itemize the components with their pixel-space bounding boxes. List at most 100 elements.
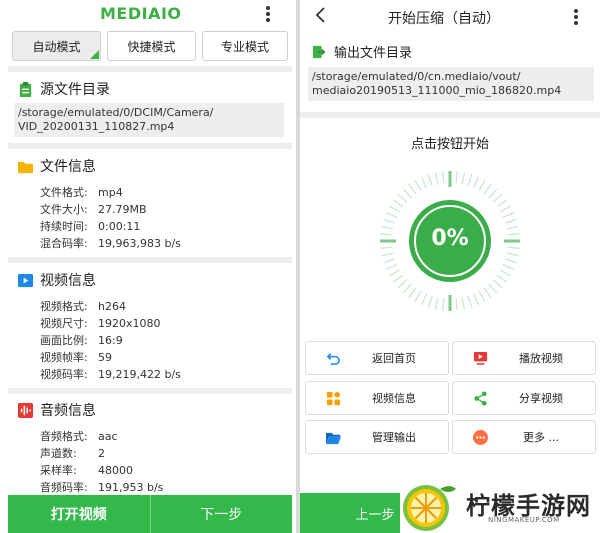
dial-tick bbox=[414, 180, 422, 192]
dial-tick bbox=[402, 188, 412, 199]
dial-tick bbox=[502, 211, 515, 219]
info-key: 视频尺寸: bbox=[40, 317, 88, 330]
info-key: 音频格式: bbox=[40, 430, 88, 443]
info-row: 音频码率: 191,953 b/s bbox=[40, 479, 163, 496]
dial-tick bbox=[455, 298, 459, 311]
info-key: 文件大小: bbox=[40, 203, 88, 216]
dial-tick bbox=[427, 295, 433, 308]
info-key: 视频格式: bbox=[40, 300, 88, 313]
dial-tick bbox=[461, 172, 466, 185]
divider bbox=[8, 66, 292, 72]
start-hint: 点击按钮开始 bbox=[410, 137, 489, 152]
action-label: 播放视频 bbox=[519, 352, 563, 365]
info-row: 文件格式: mp4 bbox=[40, 184, 181, 201]
dial-tick bbox=[467, 295, 473, 308]
output-path: /storage/emulated/0/cn.mediaio/vout/ med… bbox=[308, 67, 594, 101]
info-key: 音频码率: bbox=[40, 481, 88, 494]
open-video-button[interactable]: 打开视频 bbox=[8, 495, 150, 533]
more-button[interactable]: 更多 ... bbox=[452, 420, 596, 454]
dial-tick bbox=[402, 283, 412, 294]
video-info-button[interactable]: 视频信息 bbox=[305, 381, 449, 415]
action-label: 视频信息 bbox=[372, 392, 416, 405]
tab-auto-mode[interactable]: 自动模式 bbox=[12, 31, 101, 61]
path-line: VID_20200131_110827.mp4 bbox=[18, 120, 175, 133]
info-value: 59 bbox=[98, 351, 112, 364]
info-value: 48000 bbox=[98, 464, 133, 477]
overflow-menu-icon[interactable] bbox=[266, 6, 270, 24]
audio-info-heading: 音频信息 bbox=[18, 400, 96, 420]
back-home-button[interactable]: 返回首页 bbox=[305, 341, 449, 375]
section-title: 文件信息 bbox=[40, 159, 96, 175]
progress-percent[interactable]: 0% bbox=[412, 226, 488, 251]
info-row: 视频尺寸: 1920x1080 bbox=[40, 315, 181, 332]
dial-tick bbox=[488, 188, 498, 199]
divider bbox=[300, 112, 600, 118]
dial-tick bbox=[441, 298, 445, 311]
tab-quick-mode[interactable]: 快捷模式 bbox=[107, 31, 196, 61]
dial-tick bbox=[472, 293, 480, 306]
dial-tick bbox=[504, 258, 517, 264]
dial-tick bbox=[392, 199, 404, 208]
info-value: 191,953 b/s bbox=[98, 481, 164, 494]
dial-tick bbox=[502, 263, 515, 271]
dial-tick bbox=[389, 269, 401, 277]
tab-label: 专业模式 bbox=[220, 39, 269, 54]
app-logo: MEDIAIO bbox=[100, 4, 182, 23]
divider bbox=[8, 257, 292, 263]
dial-tick bbox=[488, 283, 498, 294]
video-info-heading: 视频信息 bbox=[18, 270, 96, 290]
info-key: 持续时间: bbox=[40, 220, 88, 233]
overflow-menu-icon[interactable] bbox=[574, 9, 578, 27]
export-file-icon bbox=[312, 45, 326, 58]
clipboard-icon bbox=[19, 81, 32, 97]
dial-tick bbox=[507, 232, 520, 236]
info-row: 画面比例: 16:9 bbox=[40, 332, 181, 349]
left-app-bar: MEDIAIO bbox=[0, 0, 296, 28]
info-row: 音频格式: aac bbox=[40, 428, 163, 445]
watermark-url: NINGMAKEUP.COM bbox=[488, 516, 560, 524]
info-row: 视频格式: h264 bbox=[40, 298, 181, 315]
info-value: mp4 bbox=[98, 186, 123, 199]
left-bottom-bar: 打开视频 下一步 bbox=[8, 495, 292, 533]
dial-tick bbox=[381, 225, 394, 230]
watermark: 柠檬手游网 NINGMAKEUP.COM bbox=[400, 478, 600, 533]
path-line: mediaio20190513_111000_mio_186820.mp4 bbox=[312, 84, 562, 97]
dial-tick bbox=[380, 232, 393, 236]
tab-label: 快捷模式 bbox=[127, 39, 176, 54]
right-app-bar: 开始压缩（自动） bbox=[300, 0, 600, 32]
dial-tick bbox=[492, 279, 503, 289]
back-arrow-icon[interactable] bbox=[314, 6, 328, 24]
dial-tick bbox=[506, 225, 519, 230]
dial-tick bbox=[455, 171, 459, 184]
action-label: 管理输出 bbox=[372, 431, 416, 444]
section-title: 音频信息 bbox=[40, 403, 96, 419]
share-video-button[interactable]: 分享视频 bbox=[452, 381, 596, 415]
info-key: 混合码率: bbox=[40, 237, 88, 250]
dial-tick bbox=[496, 274, 508, 283]
info-row: 视频帧率: 59 bbox=[40, 349, 181, 366]
dial-tick bbox=[483, 183, 492, 195]
dial-tick bbox=[380, 246, 393, 250]
tab-label: 自动模式 bbox=[32, 39, 81, 54]
tab-pro-mode[interactable]: 专业模式 bbox=[202, 31, 288, 61]
divider bbox=[8, 388, 292, 394]
dial-tick bbox=[492, 193, 503, 203]
dial-tick bbox=[420, 293, 428, 306]
left-screen: MEDIAIO 自动模式 快捷模式 专业模式 源文件目录 /storage/em… bbox=[0, 0, 296, 533]
next-step-button[interactable]: 下一步 bbox=[149, 495, 292, 533]
action-label: 更多 ... bbox=[523, 431, 559, 444]
info-row: 声道数: 2 bbox=[40, 445, 163, 462]
output-dir-heading: 输出文件目录 bbox=[312, 42, 412, 61]
play-video-button[interactable]: 播放视频 bbox=[452, 341, 596, 375]
dial-tick bbox=[478, 180, 486, 192]
source-dir-heading: 源文件目录 bbox=[18, 79, 110, 99]
dial-tick bbox=[408, 183, 417, 195]
divider bbox=[8, 143, 292, 149]
info-value: 1920x1080 bbox=[98, 317, 161, 330]
info-key: 采样率: bbox=[40, 464, 77, 477]
info-value: aac bbox=[98, 430, 118, 443]
manage-output-button[interactable]: 管理输出 bbox=[305, 420, 449, 454]
dial-tick bbox=[434, 172, 439, 185]
audio-wave-icon bbox=[18, 402, 33, 418]
info-row: 混合码率: 19,963,983 b/s bbox=[40, 235, 181, 252]
